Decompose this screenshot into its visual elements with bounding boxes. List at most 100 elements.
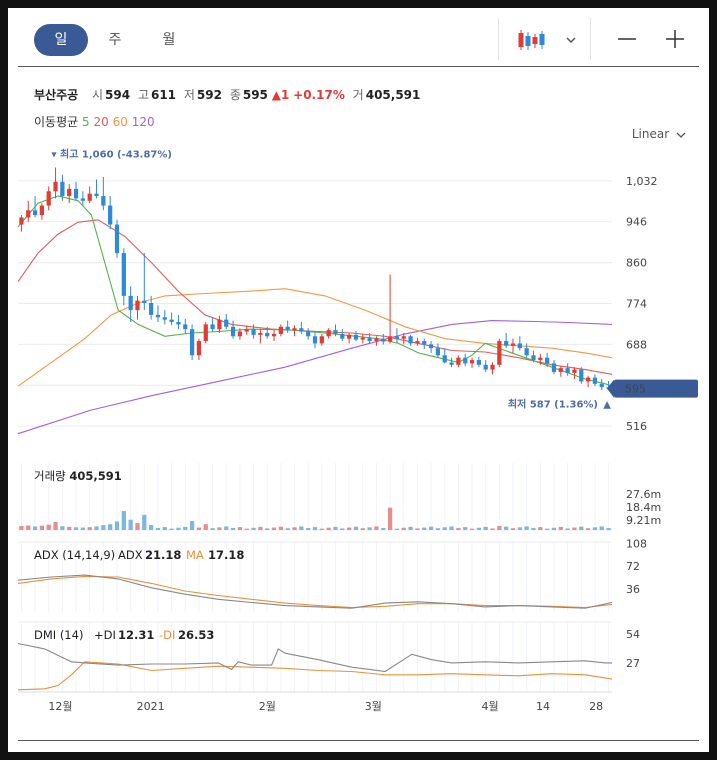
mdi-value: 26.53 xyxy=(178,628,214,642)
pdi-value: 12.31 xyxy=(118,628,154,642)
volume-bar xyxy=(545,528,550,530)
candle-body xyxy=(428,344,434,349)
candle-body xyxy=(292,328,297,331)
volume-bar xyxy=(203,524,208,530)
volume-bar xyxy=(483,526,488,530)
candle-body xyxy=(483,364,488,370)
volume-bar xyxy=(32,526,38,530)
candle-body xyxy=(39,205,45,216)
adx-line xyxy=(17,574,613,609)
volume-panel: 거래량 405,591 27.6m18.4m9.21m xyxy=(18,463,661,531)
candle-body xyxy=(128,295,133,311)
volume-bar xyxy=(422,527,427,530)
volume-bar xyxy=(606,527,611,530)
volume-bar xyxy=(292,527,297,530)
candle-body xyxy=(94,193,99,197)
bottom-divider xyxy=(18,740,699,741)
candle-body xyxy=(504,341,509,346)
volume-bar xyxy=(135,523,140,530)
candle-body xyxy=(340,333,345,339)
last-price-tag-arrow xyxy=(607,379,614,398)
candle-body xyxy=(258,332,263,335)
adx-ma-label: MA xyxy=(186,548,204,562)
volume-bar xyxy=(326,527,331,530)
candle-body xyxy=(579,369,584,382)
volume-bar xyxy=(381,527,386,530)
candle-body xyxy=(155,314,161,318)
candle-body xyxy=(449,362,454,365)
candle-body xyxy=(135,300,140,311)
volume-bar xyxy=(408,526,413,530)
candle-body xyxy=(244,329,249,332)
candle-body xyxy=(60,181,65,197)
adx-tick-label: 108 xyxy=(626,537,647,550)
candle-body xyxy=(572,369,577,373)
volume-bar xyxy=(551,527,557,530)
candle-body xyxy=(73,188,79,199)
candle-body xyxy=(558,368,563,372)
candle-body xyxy=(196,341,202,356)
volume-bar xyxy=(360,528,365,530)
candle-body xyxy=(149,303,154,315)
volume-bar xyxy=(210,528,215,530)
x-tick-label: 2월 xyxy=(259,700,276,713)
candle-body xyxy=(585,377,591,382)
volume-bar xyxy=(251,527,256,530)
price-tick-label: 516 xyxy=(626,420,647,433)
volume-bar xyxy=(142,514,147,530)
volume-tick-label: 18.4m xyxy=(626,501,661,514)
volume-bar xyxy=(579,526,584,530)
candle-body xyxy=(435,348,441,356)
x-axis: 12월 2021 2월 3월 4월 14 28 xyxy=(48,700,603,713)
volume-bar xyxy=(463,527,468,530)
volume-bar xyxy=(80,527,85,530)
volume-bar xyxy=(285,528,290,530)
candle-body xyxy=(230,326,236,337)
candle-body xyxy=(401,336,406,339)
candle-body xyxy=(415,341,420,344)
candle-body xyxy=(442,355,447,363)
candle-body xyxy=(394,336,400,339)
candle-body xyxy=(538,357,543,361)
price-tick-label: 774 xyxy=(626,297,647,310)
volume-bar xyxy=(299,526,304,530)
x-tick-label: 4월 xyxy=(481,700,498,713)
candle-body xyxy=(306,331,311,337)
volume-bar xyxy=(87,527,92,530)
adx-panel: ADX (14,14,9) ADX 21.18 MA 17.18 108 72 36 xyxy=(17,537,647,612)
volume-bar xyxy=(387,507,393,530)
candle-body xyxy=(285,326,290,331)
candle-body xyxy=(422,341,427,345)
volume-bar xyxy=(449,526,454,530)
chart-canvas[interactable]: 516 688 774 860 946 1,032 ▾ 최고 1,060 (-43.87%)… xyxy=(8,8,709,752)
volume-bar xyxy=(169,528,174,530)
candle-body xyxy=(278,326,283,334)
candle-body xyxy=(80,198,85,201)
volume-bar xyxy=(401,527,406,530)
volume-bar xyxy=(347,527,352,530)
volume-bar xyxy=(53,521,58,530)
dmi-tick-label: 27 xyxy=(626,657,640,670)
candle-body xyxy=(319,336,324,344)
x-tick-label: 3월 xyxy=(365,700,382,713)
price-tick-label: 688 xyxy=(626,338,647,351)
candle-body xyxy=(237,331,243,337)
x-tick-label: 14 xyxy=(536,700,550,713)
volume-bar xyxy=(312,527,318,530)
candle-body xyxy=(183,324,188,330)
x-tick-label: 12월 xyxy=(48,700,72,713)
candle-body xyxy=(312,336,318,344)
adx-label: ADX xyxy=(118,548,143,562)
candle-body xyxy=(599,383,604,388)
volume-bar xyxy=(442,527,447,530)
volume-bar xyxy=(572,527,577,530)
volume-bar xyxy=(67,526,72,530)
candle-body xyxy=(374,338,379,342)
candle-body xyxy=(531,355,536,361)
volume-bar xyxy=(73,527,79,530)
candle-body xyxy=(545,357,550,364)
volume-bar xyxy=(538,527,543,530)
volume-bar xyxy=(524,526,529,530)
candle-body xyxy=(592,377,598,384)
candle-body xyxy=(387,336,393,342)
